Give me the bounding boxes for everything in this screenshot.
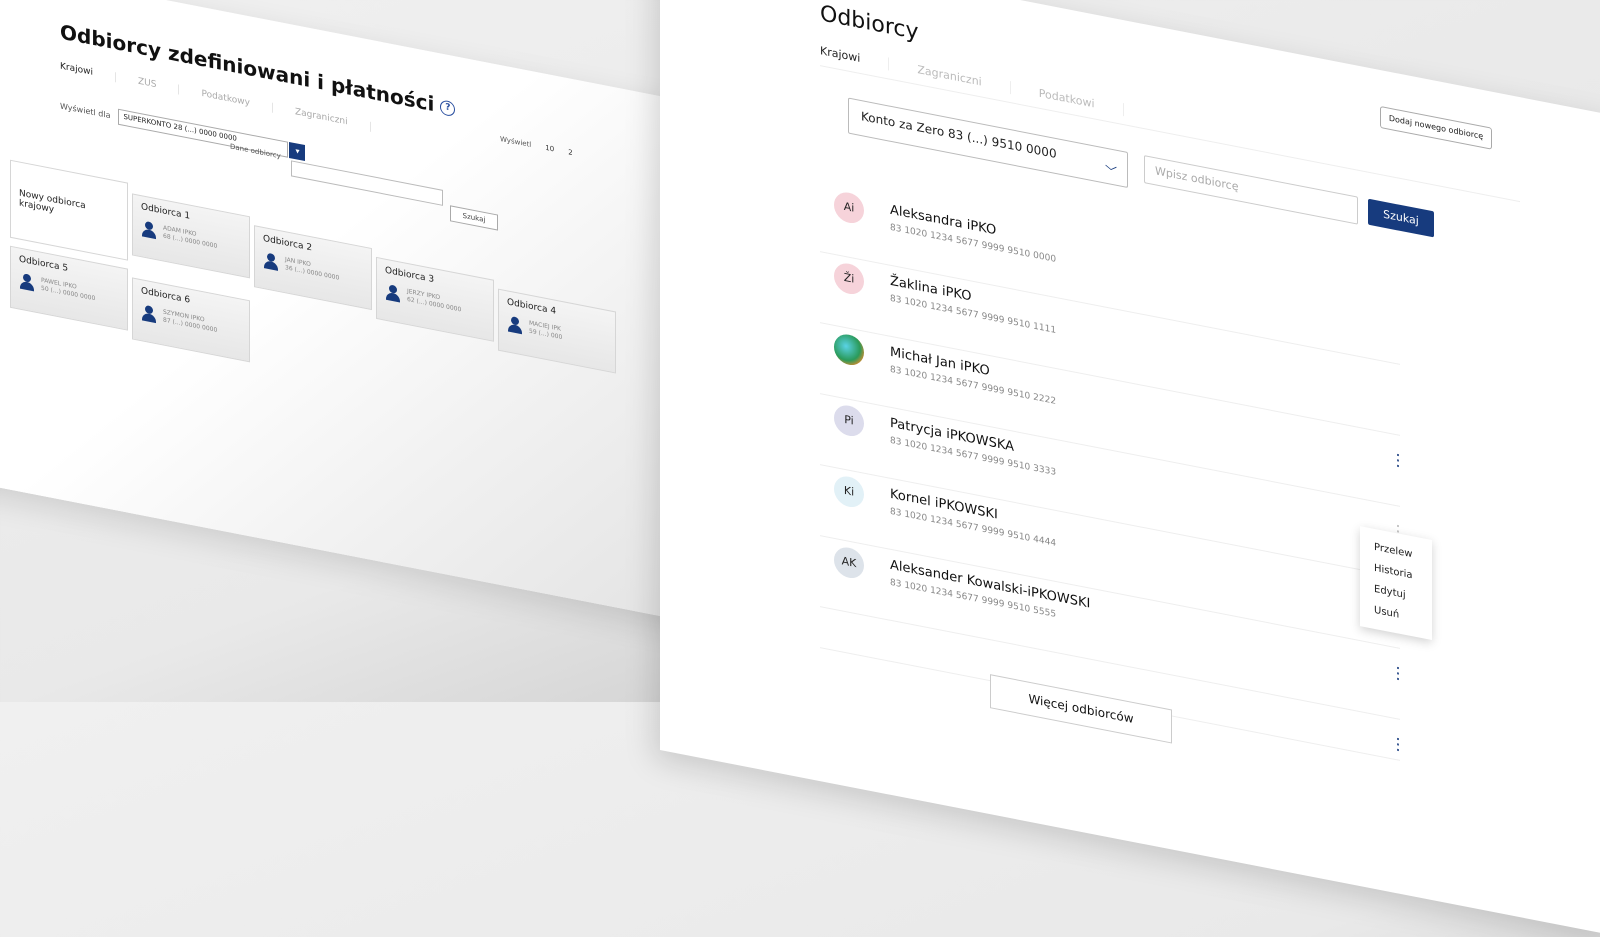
avatar: Pi bbox=[834, 402, 864, 439]
person-icon bbox=[141, 304, 157, 323]
context-menu: Przelew Historia Edytuj Usuń bbox=[1360, 526, 1432, 641]
new-recipient-card[interactable]: Nowy odbiorca krajowy bbox=[10, 159, 128, 261]
avatar-photo bbox=[834, 331, 864, 368]
old-tab-podatkowy[interactable]: Podatkowy bbox=[201, 88, 273, 113]
tab-podatkowi[interactable]: Podatkowi bbox=[1038, 86, 1124, 117]
avatar: Ai bbox=[834, 189, 864, 226]
tab-krajowi[interactable]: Krajowi bbox=[820, 44, 890, 71]
old-ui-panel: Odbiorcy zdefiniowani i płatności? Krajo… bbox=[0, 0, 720, 628]
more-options-icon[interactable]: ⋮ bbox=[1390, 733, 1406, 755]
recipient-search-input[interactable]: Wpisz odbiorcę bbox=[1144, 155, 1358, 225]
recipient-card[interactable]: Odbiorca 3 JERZY IPKO 62 (...) 0000 0000 bbox=[376, 256, 494, 342]
person-icon bbox=[507, 315, 523, 334]
new-ui-content: Odbiorcy Krajowi Zagraniczni Podatkowi K… bbox=[820, 1, 1520, 761]
old-tab-zagraniczni[interactable]: Zagraniczni bbox=[294, 107, 371, 132]
help-icon[interactable]: ? bbox=[440, 99, 456, 118]
recipient-search-placeholder: Wpisz odbiorcę bbox=[1155, 164, 1239, 194]
tab-zagraniczni[interactable]: Zagraniczni bbox=[917, 63, 1011, 95]
recipient-card[interactable]: Odbiorca 1 ADAM IPKO 68 (...) 0000 0000 bbox=[132, 193, 250, 279]
old-page-title: Odbiorcy zdefiniowani i płatności? bbox=[60, 19, 720, 171]
recipient-card[interactable]: Odbiorca 4 MACIEJ IPK 59 (...) 000 bbox=[498, 288, 616, 374]
person-icon bbox=[19, 272, 35, 291]
chevron-down-icon: ﹀ bbox=[1104, 163, 1117, 180]
recipient-card[interactable]: Odbiorca 6 SZYMON IPKO 87 (...) 0000 0000 bbox=[132, 277, 250, 363]
new-recipient-label: Nowy odbiorca krajowy bbox=[19, 188, 86, 216]
old-tab-zus[interactable]: ZUS bbox=[138, 76, 180, 95]
old-account-select-value: SUPERKONTO 28 (...) 0000 0000 bbox=[123, 112, 237, 143]
old-page-size-2[interactable]: 2 bbox=[568, 148, 572, 157]
person-icon bbox=[385, 284, 401, 303]
account-select-value: Konto za Zero 83 (...) 9510 0000 bbox=[861, 109, 1057, 162]
more-options-icon[interactable]: ⋮ bbox=[1390, 449, 1406, 471]
old-search-button[interactable]: Szukaj bbox=[450, 205, 498, 231]
recipient-card[interactable]: Odbiorca 5 PAWEL IPKO 50 (...) 0000 0000 bbox=[10, 245, 128, 331]
old-filter-label: Wyświetl dla bbox=[60, 100, 111, 120]
person-icon bbox=[263, 252, 279, 271]
search-button[interactable]: Szukaj bbox=[1368, 198, 1434, 238]
more-options-icon[interactable]: ⋮ bbox=[1390, 662, 1406, 684]
avatar: Ži bbox=[834, 260, 864, 297]
recipient-card[interactable]: Odbiorca 2 JAN IPKO 36 (...) 0000 0000 bbox=[254, 225, 372, 311]
recipient-account: 83 1020 1234 5677 9999 9510 1111 bbox=[890, 293, 1057, 336]
person-icon bbox=[141, 220, 157, 239]
old-page-size-10[interactable]: 10 bbox=[545, 144, 554, 154]
avatar: Ki bbox=[834, 473, 864, 510]
old-tab-krajowi[interactable]: Krajowi bbox=[60, 61, 116, 83]
new-ui-panel: Odbiorcy Krajowi Zagraniczni Podatkowi K… bbox=[660, 0, 1600, 937]
avatar: AK bbox=[834, 544, 864, 581]
